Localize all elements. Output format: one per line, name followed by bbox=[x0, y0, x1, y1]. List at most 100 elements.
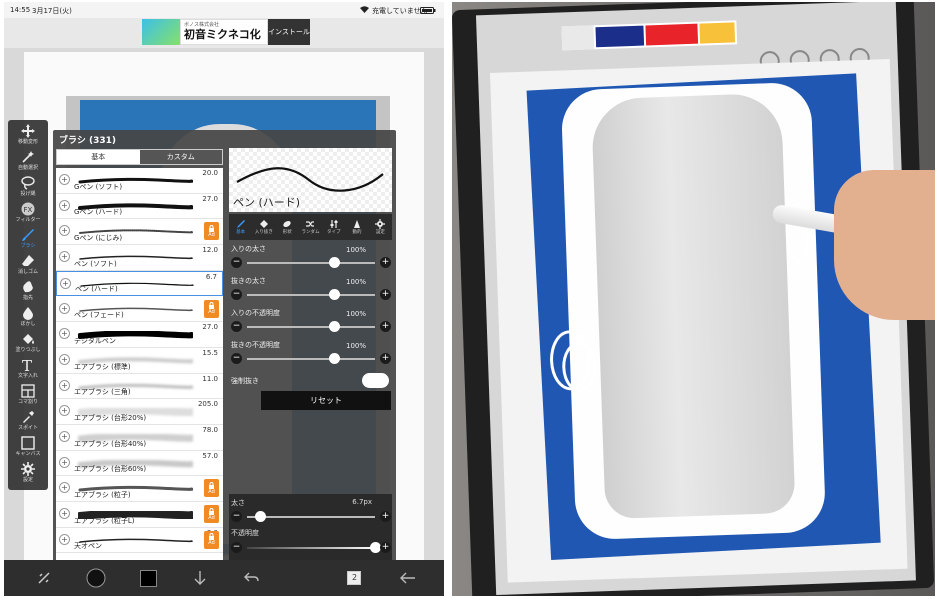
tool-brush[interactable]: ブラシ bbox=[8, 228, 48, 253]
property-slider-knob[interactable] bbox=[329, 257, 341, 268]
force-fade-toggle[interactable] bbox=[362, 373, 389, 388]
tool-magic-wand[interactable]: 自動選択 bbox=[8, 150, 48, 175]
property-slider-knob[interactable] bbox=[329, 321, 341, 332]
ad-banner[interactable]: ボノス株式会社 初音ミクネコ化 インストール bbox=[142, 19, 310, 45]
add-brush-icon[interactable]: + bbox=[59, 199, 70, 211]
property-slider-knob[interactable] bbox=[329, 353, 341, 364]
size-slider-track[interactable] bbox=[247, 516, 375, 518]
brush-item[interactable]: + エアブラシ (台形20%) 205.0 bbox=[56, 399, 223, 425]
size-decrease-button[interactable]: − bbox=[231, 511, 242, 522]
property-slider-track[interactable] bbox=[247, 294, 375, 296]
property-slider-track[interactable] bbox=[247, 358, 375, 360]
ad-lock-badge[interactable]: Ad bbox=[204, 479, 219, 498]
property-slider[interactable]: − + bbox=[231, 321, 391, 333]
brush-item[interactable]: + エアブラシ (粒子) Ad bbox=[56, 476, 223, 503]
opacity-slider-track[interactable] bbox=[247, 547, 375, 549]
add-brush-icon[interactable]: + bbox=[59, 456, 70, 468]
brush-item[interactable]: + Gペン (ハード) 27.0 bbox=[56, 194, 223, 220]
add-brush-icon[interactable]: + bbox=[59, 379, 70, 391]
undo-icon[interactable] bbox=[242, 568, 262, 588]
brush-item[interactable]: + ペン (ソフト) 12.0 bbox=[56, 245, 223, 271]
add-brush-icon[interactable]: + bbox=[59, 328, 70, 340]
property-slider[interactable]: − + bbox=[231, 353, 391, 365]
add-brush-icon[interactable]: + bbox=[59, 302, 70, 314]
add-brush-icon[interactable]: + bbox=[59, 405, 70, 417]
tab-custom[interactable]: カスタム bbox=[139, 150, 222, 164]
property-decrease-button[interactable]: − bbox=[231, 289, 242, 300]
size-slider-knob[interactable] bbox=[254, 511, 266, 522]
brush-size: 205.0 bbox=[197, 400, 218, 409]
reset-button[interactable]: リセット bbox=[261, 391, 391, 410]
tool-blur-drop[interactable]: ぼかし bbox=[8, 306, 48, 331]
property-tab[interactable]: タイプ bbox=[322, 214, 345, 240]
tool-finger[interactable]: 指先 bbox=[8, 280, 48, 305]
color-swatch-button[interactable] bbox=[138, 568, 158, 588]
add-brush-icon[interactable]: + bbox=[59, 251, 70, 263]
opacity-slider[interactable]: − + bbox=[231, 542, 391, 554]
opacity-increase-button[interactable]: + bbox=[380, 542, 391, 553]
add-brush-icon[interactable]: + bbox=[59, 174, 70, 185]
add-brush-icon[interactable]: + bbox=[59, 225, 70, 237]
tool-frame-divider[interactable]: コマ割り bbox=[8, 384, 48, 409]
tool-gear[interactable]: 設定 bbox=[8, 462, 48, 487]
tool-canvas[interactable]: キャンバス bbox=[8, 436, 48, 461]
property-tab[interactable]: 形状 bbox=[276, 214, 299, 240]
ad-lock-badge[interactable]: Ad bbox=[204, 530, 219, 549]
property-slider[interactable]: − + bbox=[231, 289, 391, 301]
property-decrease-button[interactable]: − bbox=[231, 353, 242, 364]
gesture-icon[interactable] bbox=[34, 568, 54, 588]
brush-item[interactable]: + ペン (ハード) 6.7 bbox=[56, 270, 223, 297]
add-brush-icon[interactable]: + bbox=[59, 353, 70, 365]
property-tab[interactable]: ランダム bbox=[299, 214, 322, 240]
property-tab[interactable]: 設定 bbox=[369, 214, 392, 240]
property-increase-button[interactable]: + bbox=[380, 289, 391, 300]
down-arrow-icon[interactable] bbox=[190, 568, 210, 588]
back-arrow-icon[interactable] bbox=[398, 568, 418, 588]
brush-item[interactable]: + Gペン (ソフト) 20.0 bbox=[56, 168, 223, 194]
size-slider[interactable]: − + bbox=[231, 511, 391, 523]
tab-basic[interactable]: 基本 bbox=[57, 150, 140, 164]
tool-lasso[interactable]: 投げ縄 bbox=[8, 176, 48, 201]
brush-item[interactable]: + ペン (フェード) Ad bbox=[56, 297, 223, 323]
property-tab[interactable]: 基本 bbox=[229, 214, 252, 240]
brush-item[interactable]: + エアブラシ (三角) 11.0 bbox=[56, 374, 223, 400]
property-decrease-button[interactable]: − bbox=[231, 321, 242, 332]
property-slider-track[interactable] bbox=[247, 326, 375, 328]
brush-item[interactable]: + エアブラシ (粒子L) Ad bbox=[56, 502, 223, 528]
ad-lock-badge[interactable]: Ad bbox=[204, 222, 219, 241]
tool-move-arrows[interactable]: 移動変形 bbox=[8, 124, 48, 149]
brush-item[interactable]: + エアブラシ (標準) 15.5 bbox=[56, 348, 223, 374]
brush-list[interactable]: + Gペン (ソフト) 20.0 + Gペン (ハード) 27.0 + Gペン (にじみ) Ad… bbox=[56, 168, 223, 560]
tool-eyedropper[interactable]: スポイト bbox=[8, 410, 48, 435]
ad-lock-badge[interactable]: Ad bbox=[204, 505, 219, 524]
brush-item[interactable]: +天オペン3.0Ad bbox=[56, 528, 223, 554]
tool-text[interactable]: T 文字入れ bbox=[8, 358, 48, 383]
add-brush-icon[interactable]: + bbox=[59, 533, 70, 545]
property-increase-button[interactable]: + bbox=[380, 321, 391, 332]
add-brush-icon[interactable]: + bbox=[59, 508, 70, 520]
ad-lock-badge[interactable]: Ad bbox=[204, 299, 219, 318]
add-brush-icon[interactable]: + bbox=[60, 277, 71, 289]
ad-install-button[interactable]: インストール bbox=[268, 19, 310, 45]
brush-item[interactable]: + エアブラシ (台形40%) 78.0 bbox=[56, 425, 223, 451]
property-decrease-button[interactable]: − bbox=[231, 257, 242, 268]
tool-fill-bucket[interactable]: 塗りつぶし bbox=[8, 332, 48, 357]
tool-fx[interactable]: FX フィルター bbox=[8, 202, 48, 227]
opacity-decrease-button[interactable]: − bbox=[231, 542, 242, 553]
property-increase-button[interactable]: + bbox=[380, 257, 391, 268]
size-increase-button[interactable]: + bbox=[380, 511, 391, 522]
property-increase-button[interactable]: + bbox=[380, 353, 391, 364]
add-brush-icon[interactable]: + bbox=[59, 482, 70, 494]
brush-item[interactable]: + Gペン (にじみ) Ad bbox=[56, 219, 223, 246]
property-slider-track[interactable] bbox=[247, 262, 375, 264]
tool-eraser[interactable]: 消しゴム bbox=[8, 254, 48, 279]
brush-item[interactable]: + エアブラシ (台形60%) 57.0 bbox=[56, 451, 223, 477]
add-brush-icon[interactable]: + bbox=[59, 431, 70, 442]
property-tab[interactable]: 入り抜き bbox=[252, 214, 275, 240]
brush-item[interactable]: + デジタルペン 27.0 bbox=[56, 322, 223, 348]
property-slider[interactable]: − + bbox=[231, 257, 391, 269]
property-slider-knob[interactable] bbox=[329, 289, 341, 300]
property-tab[interactable]: 動的 bbox=[345, 214, 368, 240]
layers-icon[interactable]: 2 bbox=[344, 568, 364, 588]
color-circle-button[interactable] bbox=[86, 568, 106, 588]
